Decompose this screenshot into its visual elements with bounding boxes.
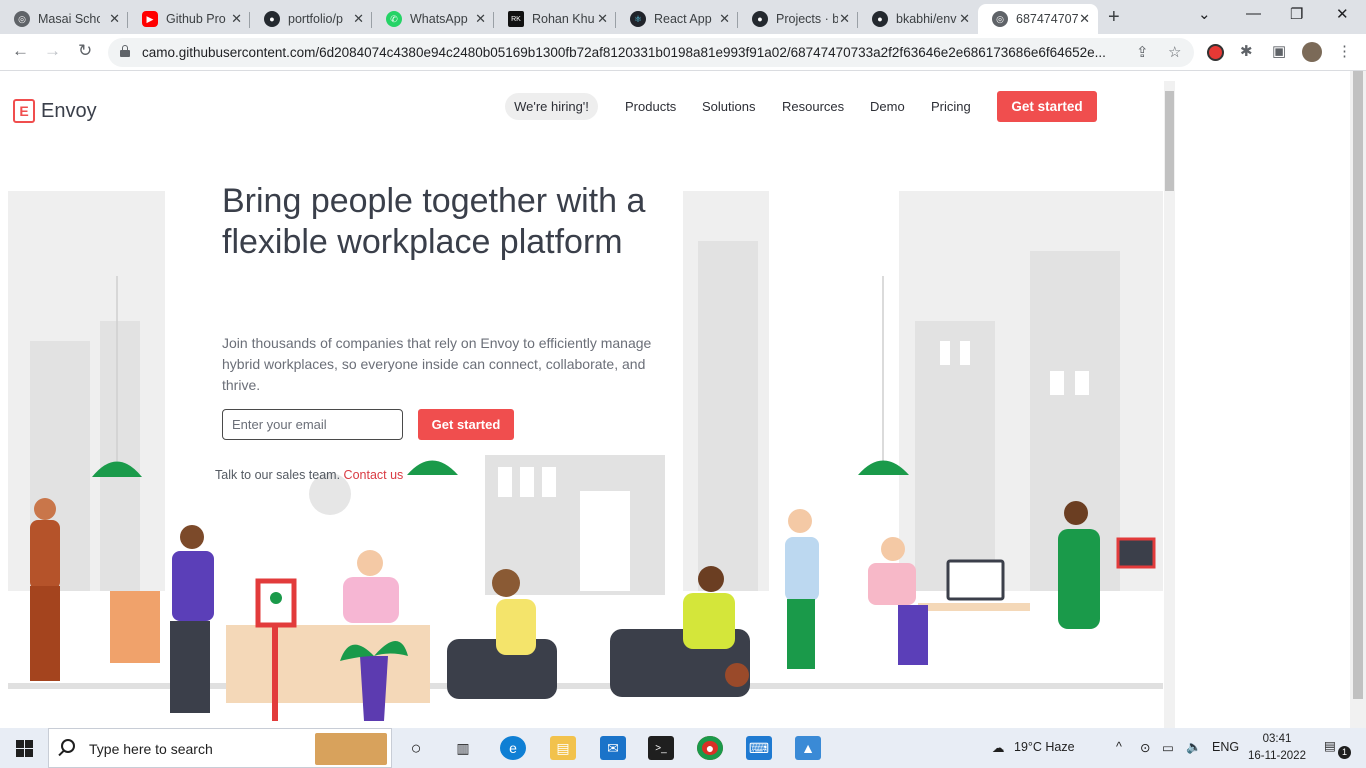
nav-solutions[interactable]: Solutions xyxy=(702,99,755,114)
close-tab-icon[interactable]: ✕ xyxy=(839,11,850,27)
windows-taskbar: Type here to search ○ ▥ e ▤ ✉ >_ ● ⌨ ▲ ☁… xyxy=(0,728,1366,768)
close-window-icon[interactable]: ✕ xyxy=(1336,5,1349,23)
browser-tab[interactable]: ● Projects · b ✕ xyxy=(738,4,858,34)
page-scrollbar[interactable] xyxy=(1350,71,1366,728)
react-icon: ⚛ xyxy=(630,11,646,27)
web-page: E Envoy We're hiring'! Products Solution… xyxy=(0,71,1366,728)
mail-icon[interactable]: ✉ xyxy=(600,736,626,760)
nav-demo[interactable]: Demo xyxy=(870,99,905,114)
search-highlight-image xyxy=(315,733,387,765)
close-tab-icon[interactable]: ✕ xyxy=(353,11,364,27)
photos-icon[interactable]: ▲ xyxy=(795,736,821,760)
pokeball-extension-icon[interactable] xyxy=(1207,44,1224,61)
sales-text: Talk to our sales team. xyxy=(215,468,341,482)
notification-count-badge: 1 xyxy=(1338,746,1351,759)
restore-icon[interactable]: ❐ xyxy=(1290,5,1303,23)
extensions-icon[interactable]: ✱ xyxy=(1240,42,1253,60)
battery-icon[interactable]: ▭ xyxy=(1162,740,1174,755)
taskbar-search[interactable]: Type here to search xyxy=(48,728,392,768)
edge-icon[interactable]: e xyxy=(500,736,526,760)
url-text[interactable]: camo.githubusercontent.com/6d2084074c438… xyxy=(142,45,1132,60)
hiring-pill[interactable]: We're hiring'! xyxy=(505,93,598,120)
rk-icon: RK xyxy=(508,11,524,27)
close-tab-icon[interactable]: ✕ xyxy=(719,11,730,27)
reload-icon[interactable]: ↻ xyxy=(78,41,92,61)
envoy-logo-icon: E xyxy=(13,99,35,123)
share-icon[interactable]: ⇪ xyxy=(1136,43,1149,61)
close-tab-icon[interactable]: ✕ xyxy=(959,11,970,27)
github-icon: ● xyxy=(752,11,768,27)
hero-subtitle: Join thousands of companies that rely on… xyxy=(222,335,652,393)
browser-tab[interactable]: ● portfolio/p ✕ xyxy=(250,4,372,34)
notifications-icon[interactable]: ▤ xyxy=(1324,738,1336,753)
browser-tab[interactable]: ✆ WhatsApp ✕ xyxy=(372,4,494,34)
close-tab-icon[interactable]: ✕ xyxy=(1079,11,1090,27)
chrome-icon[interactable]: ● xyxy=(697,736,723,760)
cortana-icon[interactable]: ○ xyxy=(403,736,429,760)
menu-icon[interactable]: ⋮ xyxy=(1337,42,1352,60)
forward-icon[interactable]: → xyxy=(44,41,61,61)
network-icon[interactable]: ⊙ xyxy=(1140,740,1150,755)
email-input[interactable] xyxy=(222,409,403,440)
profile-avatar[interactable] xyxy=(1302,42,1322,62)
contact-us-link[interactable]: Contact us xyxy=(344,468,404,482)
windows-start-icon[interactable] xyxy=(16,740,33,757)
github-icon: ● xyxy=(264,11,280,27)
minimize-icon[interactable]: — xyxy=(1246,5,1261,22)
terminal-icon[interactable]: >_ xyxy=(648,736,674,760)
volume-icon[interactable]: 🔈 xyxy=(1186,740,1202,755)
system-clock[interactable]: 03:41 16-11-2022 xyxy=(1248,731,1306,765)
lock-icon[interactable] xyxy=(120,45,130,57)
bookmark-star-icon[interactable]: ☆ xyxy=(1168,43,1181,61)
browser-tab[interactable]: ● bkabhi/env ✕ xyxy=(858,4,978,34)
browser-tab[interactable]: RK Rohan Khu ✕ xyxy=(494,4,616,34)
browser-tab-active[interactable]: ◎ 6874747070 ✕ xyxy=(978,4,1098,34)
close-tab-icon[interactable]: ✕ xyxy=(597,11,608,27)
close-tab-icon[interactable]: ✕ xyxy=(475,11,486,27)
clock-date: 16-11-2022 xyxy=(1248,750,1306,762)
globe-icon: ◎ xyxy=(14,11,30,27)
close-tab-icon[interactable]: ✕ xyxy=(231,11,242,27)
browser-tab[interactable]: ▶ Github Pro ✕ xyxy=(128,4,250,34)
logo-text: Envoy xyxy=(41,99,97,122)
get-started-nav-button[interactable]: Get started xyxy=(997,91,1097,122)
nav-pricing[interactable]: Pricing xyxy=(931,99,971,114)
city-illustration xyxy=(8,191,1163,721)
weather-text[interactable]: 19°C Haze xyxy=(1014,740,1075,754)
task-view-icon[interactable]: ▥ xyxy=(450,736,476,760)
weather-icon[interactable]: ☁ xyxy=(992,740,1005,755)
globe-icon: ◎ xyxy=(992,11,1008,27)
get-started-hero-button[interactable]: Get started xyxy=(418,409,514,440)
address-bar[interactable]: camo.githubusercontent.com/6d2084074c438… xyxy=(108,38,1194,67)
tab-search-icon[interactable]: ⌄ xyxy=(1198,5,1211,23)
close-tab-icon[interactable]: ✕ xyxy=(109,11,120,27)
search-icon xyxy=(61,739,75,753)
tab-strip: ◎ Masai Scho ✕ ▶ Github Pro ✕ ● portfoli… xyxy=(0,0,1366,34)
nav-products[interactable]: Products xyxy=(625,99,676,114)
side-panel-icon[interactable]: ▣ xyxy=(1272,42,1286,60)
inner-scrollbar[interactable] xyxy=(1164,81,1175,728)
file-explorer-icon[interactable]: ▤ xyxy=(550,736,576,760)
browser-tab[interactable]: ⚛ React App ✕ xyxy=(616,4,738,34)
vscode-icon[interactable]: ⌨ xyxy=(746,736,772,760)
envoy-logo[interactable]: E Envoy xyxy=(13,99,97,123)
browser-toolbar: ← → ↻ camo.githubusercontent.com/6d20840… xyxy=(0,34,1366,71)
hero-title: Bring people together with a flexible wo… xyxy=(222,182,646,261)
new-tab-icon[interactable]: + xyxy=(1108,6,1120,29)
github-icon: ● xyxy=(872,11,888,27)
youtube-icon: ▶ xyxy=(142,11,158,27)
sales-contact-line: Talk to our sales team. Contact us xyxy=(215,468,403,482)
nav-resources[interactable]: Resources xyxy=(782,99,844,114)
back-icon[interactable]: ← xyxy=(12,41,29,61)
tray-chevron-icon[interactable]: ^ xyxy=(1116,740,1122,754)
language-indicator[interactable]: ENG xyxy=(1212,740,1239,754)
clock-time: 03:41 xyxy=(1262,733,1292,745)
whatsapp-icon: ✆ xyxy=(386,11,402,27)
browser-tab[interactable]: ◎ Masai Scho ✕ xyxy=(0,4,128,34)
